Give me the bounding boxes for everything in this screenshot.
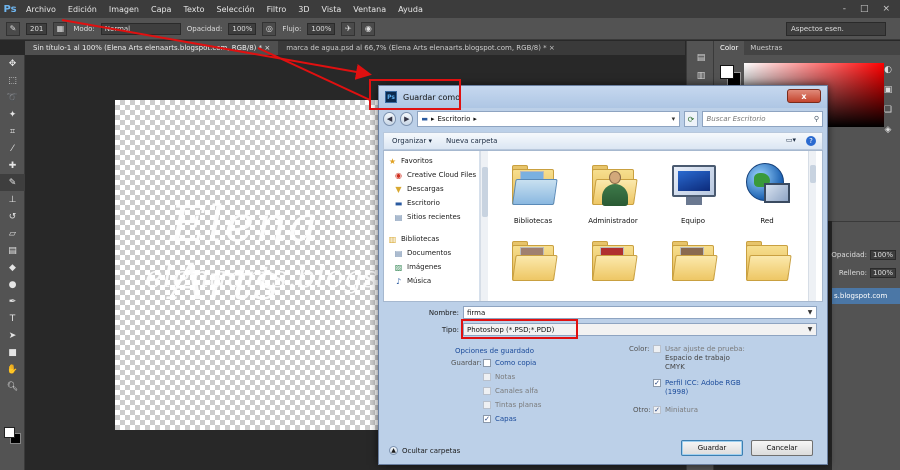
annotation-arrow (61, 19, 372, 101)
